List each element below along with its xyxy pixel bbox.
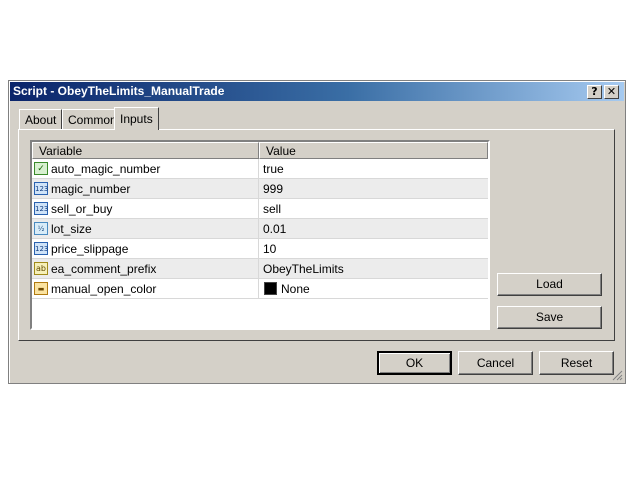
color-swatch <box>264 282 277 295</box>
script-properties-dialog: Script - ObeyTheLimits_ManualTrade ? ✕ A… <box>8 80 626 384</box>
tab-inputs[interactable]: Inputs <box>114 107 159 130</box>
variable-name: auto_magic_number <box>51 162 161 176</box>
table-row[interactable]: 123 magic_number 999 <box>32 179 488 199</box>
grid-header: Variable Value <box>32 142 488 159</box>
table-row[interactable]: 123 sell_or_buy sell <box>32 199 488 219</box>
color-icon: ▬ <box>34 282 48 295</box>
close-button[interactable]: ✕ <box>604 85 619 99</box>
column-header-variable[interactable]: Variable <box>32 142 259 159</box>
variable-name: magic_number <box>51 182 131 196</box>
double-icon: ½ <box>34 222 48 235</box>
table-row[interactable]: ▬ manual_open_color None <box>32 279 488 299</box>
variable-value[interactable]: ObeyTheLimits <box>259 259 488 279</box>
bool-icon: ✓ <box>34 162 48 175</box>
variable-name: ea_comment_prefix <box>51 262 157 276</box>
variable-value[interactable]: sell <box>259 199 488 219</box>
variable-name: sell_or_buy <box>51 202 113 216</box>
save-button[interactable]: Save <box>497 306 602 329</box>
title-bar[interactable]: Script - ObeyTheLimits_ManualTrade ? ✕ <box>10 82 624 101</box>
resize-grip-icon[interactable] <box>611 369 623 381</box>
window-title: Script - ObeyTheLimits_ManualTrade <box>13 84 225 98</box>
string-icon: ab <box>34 262 48 275</box>
column-header-value[interactable]: Value <box>259 142 488 159</box>
variable-name: manual_open_color <box>51 282 157 296</box>
inputs-grid[interactable]: Variable Value ✓ auto_magic_number true 1… <box>30 140 490 330</box>
load-button[interactable]: Load <box>497 273 602 296</box>
table-row[interactable]: 123 price_slippage 10 <box>32 239 488 259</box>
variable-value[interactable]: 0.01 <box>259 219 488 239</box>
tab-about[interactable]: About <box>19 109 63 129</box>
ok-button[interactable]: OK <box>377 351 452 375</box>
variable-value[interactable]: true <box>259 159 488 179</box>
int-icon: 123 <box>34 182 48 195</box>
reset-button[interactable]: Reset <box>539 351 614 375</box>
variable-value[interactable]: 10 <box>259 239 488 259</box>
int-icon: 123 <box>34 202 48 215</box>
variable-value[interactable]: 999 <box>259 179 488 199</box>
table-row[interactable]: ab ea_comment_prefix ObeyTheLimits <box>32 259 488 279</box>
help-button[interactable]: ? <box>587 85 602 99</box>
variable-name: price_slippage <box>51 242 129 256</box>
cancel-button[interactable]: Cancel <box>458 351 533 375</box>
table-row[interactable]: ✓ auto_magic_number true <box>32 159 488 179</box>
int-icon: 123 <box>34 242 48 255</box>
variable-name: lot_size <box>51 222 92 236</box>
table-row[interactable]: ½ lot_size 0.01 <box>32 219 488 239</box>
variable-value: None <box>281 282 310 296</box>
